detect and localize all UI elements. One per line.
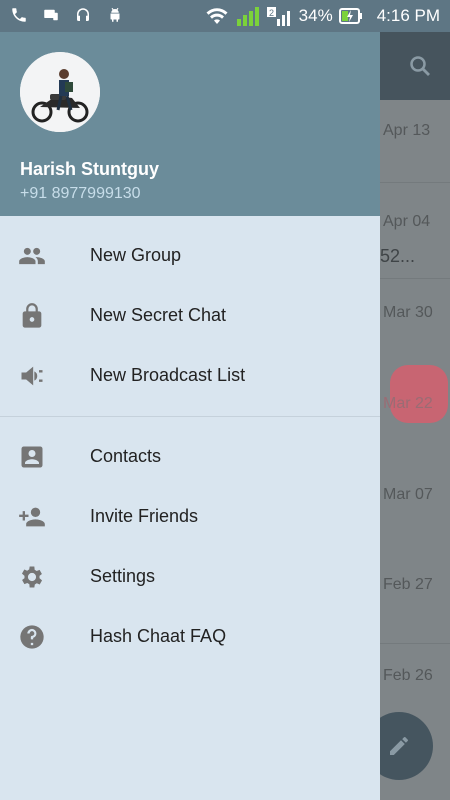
status-bar: 2 34% 4:16 PM <box>0 0 450 32</box>
svg-text:2: 2 <box>269 8 274 18</box>
headset-icon <box>77 8 89 21</box>
chat-separator <box>380 278 450 279</box>
user-name: Harish Stuntguy <box>20 159 160 179</box>
android-icon <box>110 7 120 22</box>
user-phone: +91 8977999130 <box>20 185 141 202</box>
drawer-header: Harish Stuntguy +91 8977999130 <box>0 32 380 216</box>
menu-item-faq[interactable]: Hash Chaat FAQ <box>0 607 380 667</box>
menu-divider <box>0 416 380 417</box>
add-person-icon <box>19 507 45 527</box>
chat-date: Mar 07 <box>383 486 433 503</box>
chat-list-background: Apr 13 Apr 04 52... Mar 30 Mar 22 Mar 07… <box>380 32 450 800</box>
menu-item-new-group[interactable]: New Group <box>0 226 380 286</box>
chat-separator <box>380 643 450 644</box>
chat-date: Apr 04 <box>383 213 431 230</box>
navigation-drawer: Harish Stuntguy +91 8977999130 New Group… <box>0 32 380 800</box>
compose-button[interactable] <box>380 712 433 780</box>
chat-date: Mar 22 <box>383 395 433 412</box>
avatar[interactable] <box>20 52 100 132</box>
group-icon <box>19 247 45 265</box>
menu-item-new-broadcast-list[interactable]: New Broadcast List <box>0 346 380 406</box>
contact-card-icon <box>21 446 43 468</box>
touch-highlight <box>390 365 448 423</box>
phone-icon <box>12 8 26 22</box>
chat-separator <box>380 182 450 183</box>
menu-item-label: New Group <box>90 245 182 265</box>
gear-icon <box>21 566 43 588</box>
chat-list-toolbar <box>380 32 450 100</box>
chat-date: Feb 26 <box>383 667 433 684</box>
chat-date: Feb 27 <box>383 576 433 593</box>
megaphone-icon <box>21 366 43 386</box>
menu-item-settings[interactable]: Settings <box>0 547 380 607</box>
chat-snippet: 52... <box>380 246 416 266</box>
clock: 4:16 PM <box>376 6 440 25</box>
menu-item-new-secret-chat[interactable]: New Secret Chat <box>0 286 380 346</box>
wifi-icon <box>206 8 228 24</box>
menu-item-invite-friends[interactable]: Invite Friends <box>0 487 380 547</box>
search-icon[interactable] <box>408 54 432 78</box>
menu-item-label: New Secret Chat <box>90 305 227 325</box>
menu-item-label: Contacts <box>90 446 162 466</box>
help-icon <box>20 625 44 649</box>
menu-item-label: Hash Chaat FAQ <box>90 626 227 646</box>
menu-item-label: Invite Friends <box>90 506 199 526</box>
profile-photo <box>20 52 100 132</box>
menu-item-label: New Broadcast List <box>90 365 246 385</box>
menu-item-label: Settings <box>90 566 156 586</box>
chat-date: Mar 30 <box>383 304 433 321</box>
signal-sim1-icon <box>236 7 259 26</box>
lock-icon <box>22 303 42 328</box>
screen-share-icon <box>44 9 58 21</box>
battery-percent: 34% <box>298 6 333 25</box>
battery-charging-icon <box>338 8 362 24</box>
chat-date: Apr 13 <box>383 122 431 139</box>
pencil-icon <box>390 737 408 755</box>
menu-item-contacts[interactable]: Contacts <box>0 427 380 487</box>
signal-sim2-icon: 2 <box>266 7 290 26</box>
